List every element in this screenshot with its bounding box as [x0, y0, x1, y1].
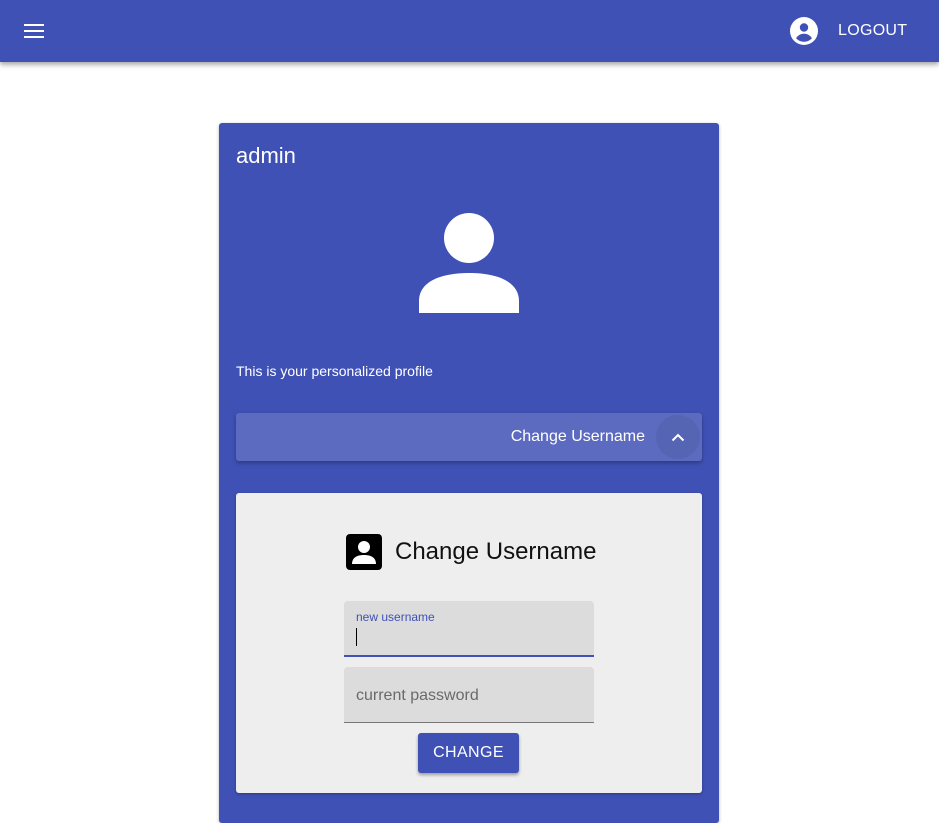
- current-password-field[interactable]: [344, 667, 594, 723]
- change-username-expansion-header[interactable]: Change Username: [236, 413, 702, 461]
- change-username-form: Change Username new username CHANGE: [236, 493, 702, 793]
- app-bar: LOGOUT: [0, 0, 939, 62]
- menu-icon: [24, 24, 44, 38]
- form-heading: Change Username: [346, 534, 596, 570]
- current-password-input[interactable]: [356, 685, 582, 707]
- account-box-icon: [346, 534, 382, 570]
- chevron-up-icon: [671, 433, 685, 441]
- expansion-title: Change Username: [510, 428, 645, 445]
- expansion-toggle[interactable]: [656, 415, 700, 459]
- change-button[interactable]: CHANGE: [418, 733, 519, 773]
- new-username-field[interactable]: new username: [344, 601, 594, 657]
- profile-description: This is your personalized profile: [236, 363, 433, 379]
- text-caret: [356, 628, 357, 646]
- profile-username: admin: [236, 143, 296, 168]
- new-username-label: new username: [356, 610, 435, 624]
- profile-card: admin This is your personalized profile …: [219, 123, 719, 823]
- person-icon: [419, 213, 519, 313]
- form-title: Change Username: [395, 538, 597, 565]
- account-circle-icon[interactable]: [790, 17, 818, 45]
- logout-button[interactable]: LOGOUT: [828, 15, 917, 47]
- menu-button[interactable]: [18, 15, 50, 47]
